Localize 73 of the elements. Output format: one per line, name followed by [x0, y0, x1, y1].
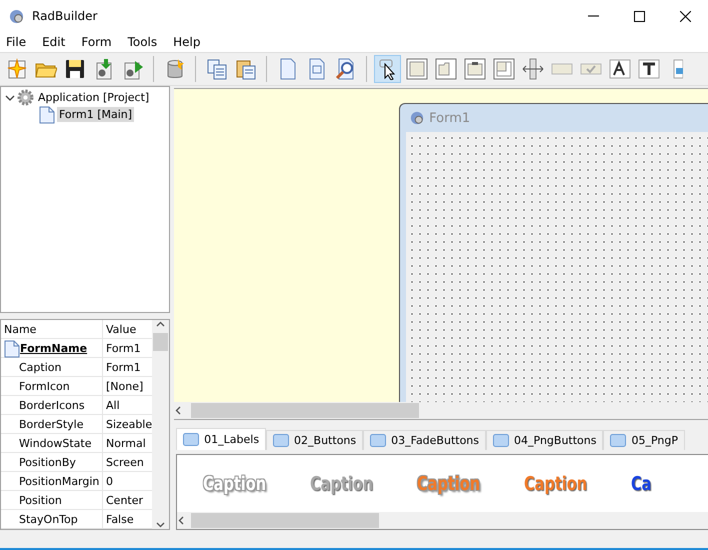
property-value: [None]	[106, 380, 144, 393]
property-name: BorderIcons	[19, 399, 85, 412]
page-icon	[4, 340, 20, 358]
scroll-up-icon[interactable]	[156, 320, 166, 329]
tab[interactable]: 03_FadeButtons	[363, 430, 486, 450]
tree-item[interactable]: Form1 [Main]	[57, 107, 134, 122]
panel-icon	[610, 434, 626, 447]
property-name: FormIcon	[19, 380, 70, 393]
sparkle-icon	[6, 58, 28, 80]
menu-item[interactable]: Help	[169, 35, 208, 49]
property-value: False	[106, 513, 134, 526]
text-label-icon	[638, 58, 660, 80]
tab[interactable]: 05_PngP	[603, 430, 686, 450]
property-value: Center	[106, 494, 144, 507]
property-name: WindowState	[19, 437, 92, 450]
image-icon	[672, 58, 682, 80]
property-value: Form1	[106, 342, 141, 355]
minimize-icon	[588, 15, 598, 17]
menu-item[interactable]: Form	[77, 35, 120, 49]
expand-chevron-icon[interactable]	[5, 92, 15, 102]
scroll-left-icon[interactable]	[174, 406, 184, 415]
maximize-icon	[634, 10, 644, 22]
window-title: RadBuilder	[32, 9, 98, 23]
property-name: Caption	[19, 361, 62, 374]
scroll-down-icon[interactable]	[156, 520, 166, 529]
property-value: All	[106, 399, 120, 412]
property-name: Position	[19, 494, 62, 507]
panel-icon	[406, 58, 428, 80]
property-value: Screen	[106, 456, 144, 469]
property-name: FormName	[20, 342, 88, 355]
scroll-thumb[interactable]	[153, 333, 168, 351]
form-title: Form1	[429, 110, 470, 126]
font-label-icon	[608, 58, 630, 80]
panel-icon	[273, 434, 290, 447]
menu-item[interactable]: File	[2, 35, 34, 49]
scroll-left-icon[interactable]	[177, 516, 186, 525]
scroll-thumb[interactable]	[191, 513, 380, 528]
caption-sample: Caption	[417, 472, 482, 494]
property-value: Normal	[106, 437, 146, 450]
property-value: 0	[106, 475, 113, 488]
panel-icon	[183, 433, 200, 446]
clipboard-icon	[234, 58, 256, 80]
grid-panel-icon	[492, 58, 514, 80]
tab[interactable]: 02_Buttons	[266, 430, 364, 450]
property-name: PositionMargin	[19, 475, 100, 488]
panel-icon	[370, 434, 386, 447]
property-value: Form1	[106, 361, 141, 374]
caption-sample: Caption	[310, 472, 374, 494]
property-value: Sizeable	[106, 418, 152, 431]
property-name: StayOnTop	[19, 513, 78, 526]
caption-sample: Ca	[631, 472, 653, 494]
magnifier-icon	[334, 58, 356, 80]
close-icon	[680, 10, 690, 22]
menu-item[interactable]: Tools	[124, 35, 166, 49]
splitter-icon	[522, 58, 544, 80]
property-name: PositionBy	[19, 456, 76, 469]
scroll-thumb[interactable]	[191, 403, 420, 418]
column-header: Name	[3, 322, 38, 338]
toolbar-button[interactable]	[374, 55, 401, 83]
tab[interactable]: 04_PngButtons	[486, 430, 604, 450]
page-icon	[39, 106, 55, 124]
menu-item[interactable]: Edit	[38, 35, 74, 49]
tab-panel-icon	[434, 58, 456, 80]
tree-item[interactable]: Application [Project]	[36, 90, 152, 105]
caption-sample: Caption	[203, 472, 294, 494]
panel-icon	[493, 434, 510, 447]
group-box-icon	[464, 58, 486, 80]
gear-icon	[17, 89, 34, 106]
tab[interactable]: 01_Labels	[176, 428, 266, 450]
column-header: Value	[105, 322, 138, 338]
caption-sample: Caption	[524, 472, 588, 494]
copy-icon	[206, 58, 228, 80]
property-name: BorderStyle	[19, 418, 84, 431]
